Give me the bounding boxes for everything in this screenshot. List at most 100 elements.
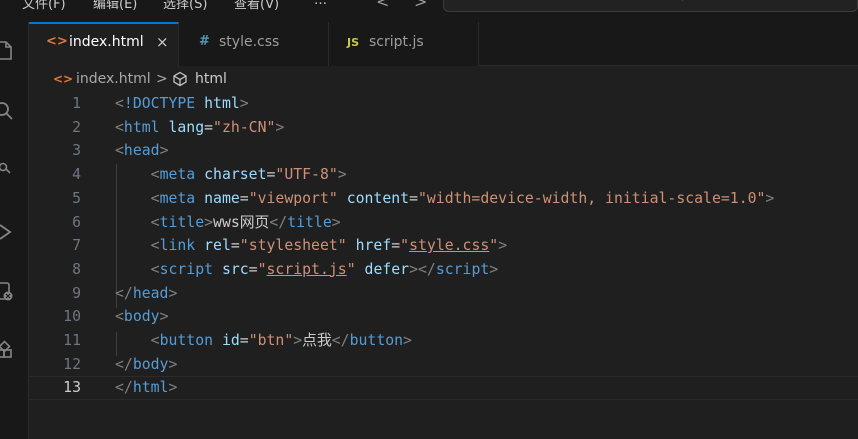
code-token: > [331, 213, 341, 231]
title-bar: 文件(F) 编辑(E) 选择(S) 查看(V) … < > frontend-d… [0, 0, 858, 22]
command-center-search[interactable]: frontend-demo [443, 0, 858, 12]
code-token: html [123, 118, 160, 136]
tab-index-html[interactable]: <> index.html × [29, 22, 179, 67]
code-token: </ [115, 284, 133, 302]
code-token: = [409, 189, 418, 207]
menu-file[interactable]: 文件(F) [22, 0, 66, 12]
back-arrow-icon[interactable]: < [376, 0, 389, 11]
code-token: !DOCTYPE [123, 95, 196, 112]
code-token: > [337, 166, 347, 184]
code-token: charset [204, 166, 267, 184]
code-text: <meta charset="UTF-8"> [115, 163, 347, 187]
code-line[interactable]: 6 <title>wws网页</title> [29, 211, 858, 235]
code-line[interactable]: 8 <script src="script.js" defer></script… [29, 258, 858, 282]
tab-script-js[interactable]: JS script.js [329, 22, 479, 66]
code-line[interactable]: 10 <body> [29, 305, 858, 329]
breadcrumb-separator: > [156, 71, 168, 87]
code-line[interactable]: 5 <meta name="viewport" content="width=d… [29, 187, 858, 211]
code-token: body [132, 355, 169, 373]
code-text: <head> [115, 139, 168, 163]
code-token: > [239, 95, 249, 112]
run-debug-icon[interactable] [0, 220, 18, 244]
code-token: < [150, 213, 160, 231]
line-number: 8 [72, 260, 81, 278]
code-line[interactable]: 13 </html> [29, 376, 858, 401]
code-token: head [123, 142, 160, 160]
symbol-element-icon [173, 71, 187, 87]
code-token: " [400, 237, 410, 255]
code-token: content [346, 189, 410, 207]
menu-selection[interactable]: 选择(S) [163, 0, 207, 12]
code-line[interactable]: 2 <html lang="zh-CN"> [29, 116, 858, 140]
code-token: > [168, 284, 178, 302]
line-number: 2 [72, 118, 81, 136]
code-token: "width=device-width, initial-scale=1.0" [417, 189, 766, 207]
code-token: "btn" [248, 332, 294, 349]
line-number: 6 [72, 213, 81, 231]
activity-bar [0, 22, 29, 439]
tab-label: style.css [219, 34, 280, 50]
breadcrumb-file[interactable]: index.html [76, 71, 151, 87]
code-line[interactable]: 7 <link rel="stylesheet" href="style.css… [29, 234, 858, 258]
code-token: html [204, 95, 240, 112]
code-text: <!DOCTYPE html> [115, 92, 249, 116]
extensions-icon[interactable] [0, 340, 18, 364]
line-number: 7 [72, 237, 81, 255]
code-line[interactable]: 11 <button id="btn">点我</button> [29, 329, 858, 353]
code-token: title [287, 213, 332, 231]
code-token: button [349, 332, 404, 349]
remote-explorer-icon[interactable] [0, 280, 18, 304]
line-number: 13 [63, 379, 81, 397]
breadcrumb-symbol[interactable]: html [195, 71, 227, 87]
code-text: <meta name="viewport" content="width=dev… [115, 187, 775, 211]
editor-tab-bar: <> index.html × # style.css JS script.js [29, 22, 858, 67]
code-token: < [150, 237, 160, 255]
code-token: </ [115, 355, 133, 373]
code-token: button [159, 332, 214, 349]
code-token: "stylesheet" [239, 237, 347, 255]
tab-style-css[interactable]: # style.css [179, 22, 329, 66]
code-line[interactable]: 1 <!DOCTYPE html> [29, 92, 858, 116]
code-token: < [150, 332, 160, 349]
code-text: <script src="script.js" defer></script> [115, 258, 499, 282]
breadcrumb: <> index.html > html [29, 66, 858, 92]
menu-edit[interactable]: 编辑(E) [93, 0, 137, 12]
code-line[interactable]: 4 <meta charset="UTF-8"> [29, 163, 858, 187]
code-token: title [159, 213, 205, 231]
code-token: < [115, 95, 124, 112]
code-editor[interactable]: 1 <!DOCTYPE html> 2 <html lang="zh-CN"> 3 <he… [29, 92, 858, 439]
code-line[interactable]: 12 </body> [29, 353, 858, 377]
code-token: body [123, 308, 160, 326]
code-text: <body> [115, 305, 168, 329]
source-control-icon[interactable] [0, 158, 18, 182]
code-token: script.js [266, 260, 347, 278]
tab-label: script.js [369, 34, 424, 50]
code-token: </ [115, 379, 133, 397]
code-token: = [230, 237, 240, 255]
search-icon[interactable] [0, 100, 18, 124]
code-token: > [275, 118, 285, 136]
code-line[interactable]: 3 <head> [29, 139, 858, 163]
line-number: 5 [72, 189, 81, 207]
files-icon[interactable] [0, 38, 18, 62]
menu-view[interactable]: 查看(V) [234, 0, 279, 12]
code-text: </body> [115, 353, 177, 377]
line-number: 12 [63, 355, 81, 373]
code-token: "UTF-8" [275, 166, 338, 184]
html-file-icon: <> [53, 72, 74, 86]
menu-more[interactable]: … [314, 0, 327, 8]
code-token: script [435, 260, 490, 278]
code-token: < [150, 166, 160, 184]
forward-arrow-icon[interactable]: > [414, 0, 427, 11]
code-line[interactable]: 9 </head> [29, 282, 858, 306]
line-number: 1 [72, 95, 81, 112]
code-token: < [115, 308, 124, 326]
code-token: id [221, 332, 240, 349]
line-number: 11 [63, 332, 81, 349]
close-icon[interactable]: × [156, 33, 169, 51]
